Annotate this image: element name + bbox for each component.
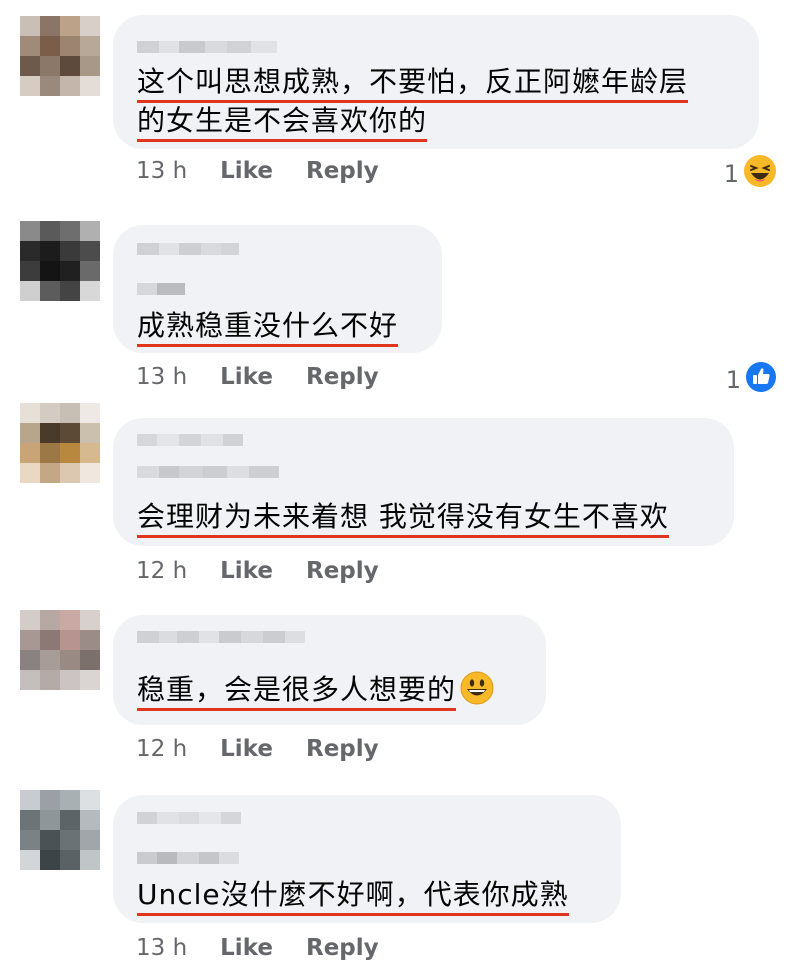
reply-button[interactable]: Reply (306, 935, 379, 961)
reaction-summary[interactable]: 1 (724, 154, 777, 194)
blurred-author-name (137, 466, 279, 478)
blurred-author-name (137, 243, 239, 255)
comment-actions: 12 h Like Reply (136, 736, 412, 762)
like-button[interactable]: Like (220, 364, 273, 390)
comment-bubble: 这个叫思想成熟，不要怕，反正阿嬷年龄层 的女生是不会喜欢你的 (113, 15, 759, 149)
reply-button[interactable]: Reply (306, 158, 379, 184)
comment-bubble: 成熟稳重没什么不好 (113, 225, 442, 353)
reply-button[interactable]: Reply (306, 736, 379, 762)
comment-actions: 13 h Like Reply (136, 935, 412, 961)
timestamp[interactable]: 13 h (136, 935, 187, 961)
comment-bubble: 会理财为未来着想 我觉得没有女生不喜欢 (113, 418, 734, 546)
blurred-author-name (137, 434, 243, 446)
reply-button[interactable]: Reply (306, 364, 379, 390)
timestamp[interactable]: 13 h (136, 364, 187, 390)
comment-text-line: 的女生是不会喜欢你的 (137, 102, 428, 142)
blurred-author-name (137, 283, 185, 295)
comment-actions: 13 h Like Reply (136, 158, 412, 184)
smiling-emoji-icon (460, 671, 494, 705)
thumbs-up-icon (745, 361, 777, 399)
blurred-author-name (137, 852, 239, 864)
laughing-emoji-icon (743, 154, 777, 194)
comment-text-line: 成熟稳重没什么不好 (137, 307, 399, 347)
like-button[interactable]: Like (220, 736, 273, 762)
avatar[interactable] (20, 790, 100, 870)
avatar[interactable] (20, 610, 100, 690)
comment-bubble: 稳重，会是很多人想要的 (113, 615, 546, 725)
like-button[interactable]: Like (220, 558, 273, 584)
comment-bubble: Uncle沒什麼不好啊，代表你成熟 (113, 795, 621, 923)
blurred-author-name (137, 41, 277, 53)
comment-text-line: Uncle沒什麼不好啊，代表你成熟 (137, 876, 569, 916)
comment-text-line: 这个叫思想成熟，不要怕，反正阿嬷年龄层 (137, 63, 689, 103)
comment-actions: 13 h Like Reply (136, 364, 412, 390)
comment-text-line: 会理财为未来着想 我觉得没有女生不喜欢 (137, 498, 669, 538)
comment-actions: 12 h Like Reply (136, 558, 412, 584)
reaction-count: 1 (725, 366, 741, 394)
reaction-count: 1 (723, 160, 739, 188)
avatar[interactable] (20, 16, 100, 96)
reply-button[interactable]: Reply (306, 558, 379, 584)
like-button[interactable]: Like (220, 158, 273, 184)
blurred-author-name (137, 812, 241, 824)
avatar[interactable] (20, 403, 100, 483)
comment-text-line: 稳重，会是很多人想要的 (137, 671, 494, 711)
timestamp[interactable]: 13 h (136, 158, 187, 184)
like-button[interactable]: Like (220, 935, 273, 961)
timestamp[interactable]: 12 h (136, 558, 187, 584)
timestamp[interactable]: 12 h (136, 736, 187, 762)
blurred-author-name (137, 631, 305, 643)
reaction-summary[interactable]: 1 (726, 361, 777, 399)
avatar[interactable] (20, 221, 100, 301)
